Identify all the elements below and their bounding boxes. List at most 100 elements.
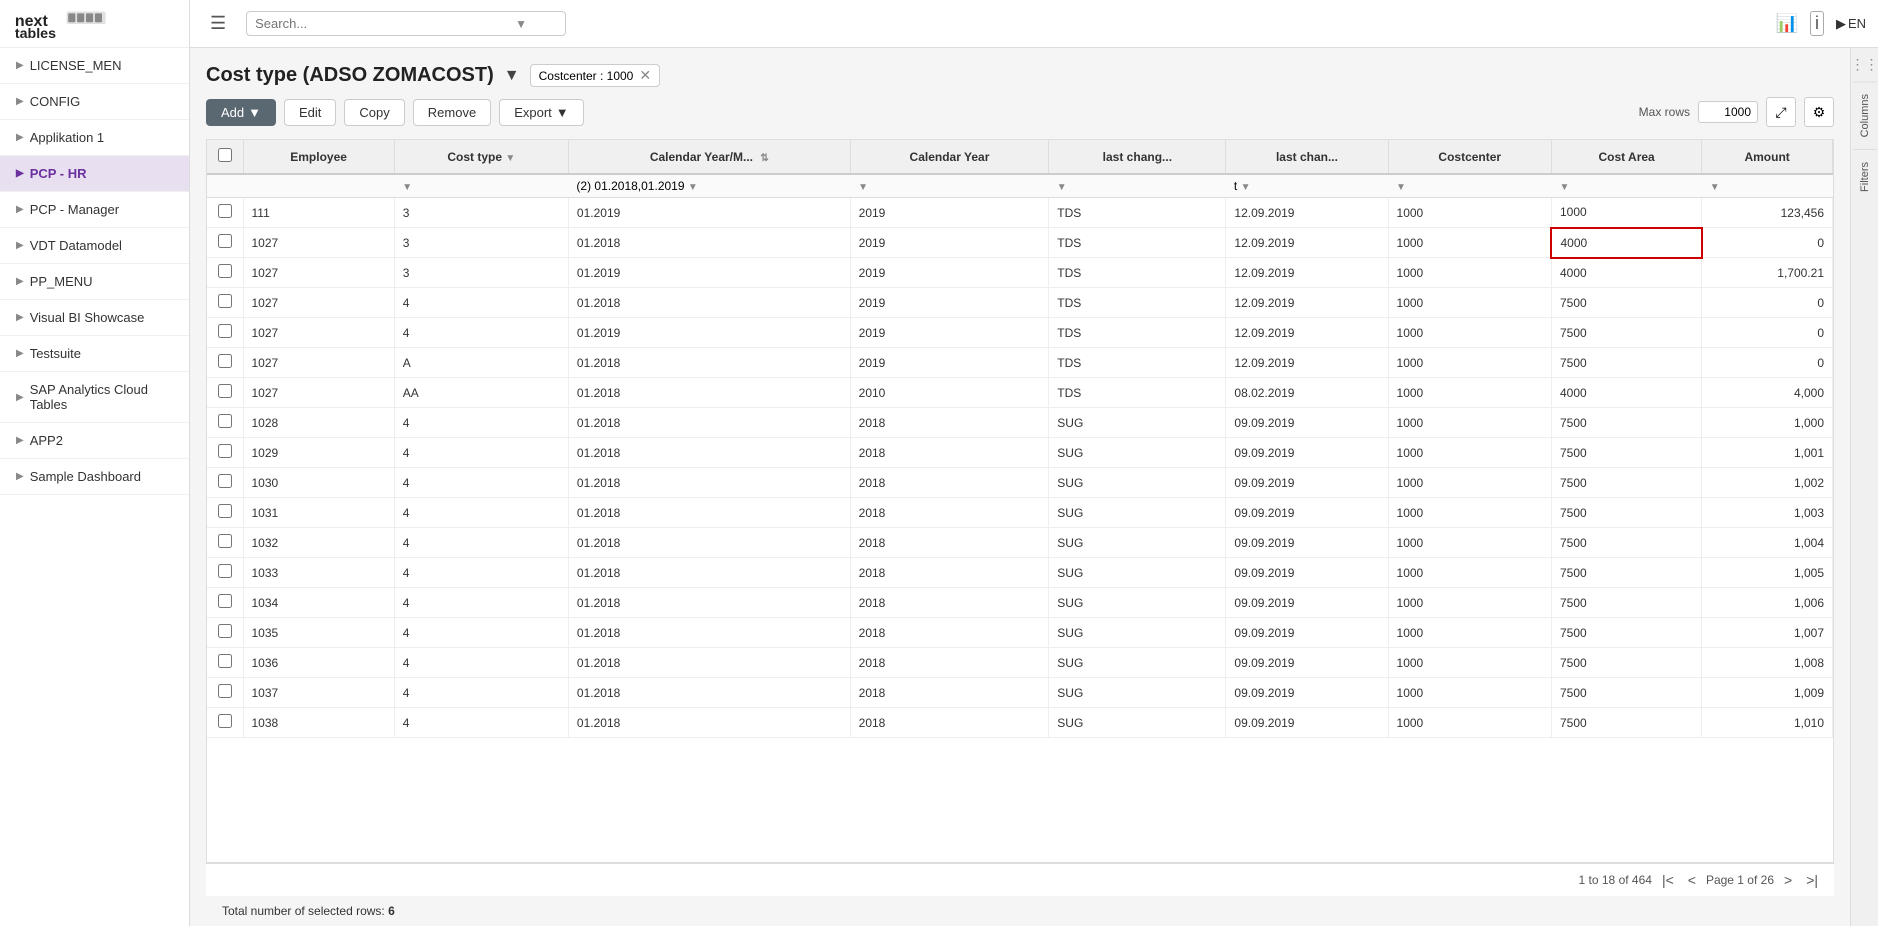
employee-cell: 1028 (243, 408, 394, 438)
row-checkbox-cell (207, 498, 243, 528)
info-icon[interactable]: i (1810, 11, 1824, 36)
settings-button[interactable]: ⚙ (1804, 97, 1834, 127)
chevron-right-icon: ▶ (16, 96, 24, 107)
first-page-button[interactable]: |< (1658, 870, 1678, 890)
employee-cell: 1027 (243, 348, 394, 378)
search-dropdown-icon[interactable]: ▼ (515, 17, 527, 31)
row-checkbox[interactable] (218, 324, 232, 338)
edit-button[interactable]: Edit (284, 99, 336, 126)
sidebar-item-pcp-hr[interactable]: ▶ PCP - HR (0, 156, 189, 192)
calendar-year-cell: 2019 (850, 318, 1049, 348)
row-checkbox[interactable] (218, 444, 232, 458)
row-checkbox[interactable] (218, 684, 232, 698)
cost-area-filter-icon[interactable]: ▼ (1559, 182, 1569, 193)
row-checkbox[interactable] (218, 594, 232, 608)
row-checkbox[interactable] (218, 414, 232, 428)
fullscreen-button[interactable]: ⤢ (1766, 97, 1796, 127)
filter-chip-remove-icon[interactable]: ✕ (639, 67, 651, 84)
sidebar-item-testsuite[interactable]: ▶ Testsuite (0, 336, 189, 372)
calendar-year-m-filter-icon[interactable]: ▼ (688, 182, 698, 193)
calendar-year-filter-icon[interactable]: ▼ (858, 182, 868, 193)
row-checkbox[interactable] (218, 384, 232, 398)
remove-button[interactable]: Remove (413, 99, 491, 126)
language-selector[interactable]: ▶ EN (1836, 16, 1866, 32)
amount-filter-icon[interactable]: ▼ (1710, 182, 1720, 193)
sidebar-item-pcp-manager[interactable]: ▶ PCP - Manager (0, 192, 189, 228)
table-row: 1031 4 01.2018 2018 SUG 09.09.2019 1000 … (207, 498, 1833, 528)
row-checkbox[interactable] (218, 714, 232, 728)
sidebar-item-label: Applikation 1 (30, 130, 104, 145)
cost-type-filter-icon-2[interactable]: ▼ (402, 182, 412, 193)
row-checkbox[interactable] (218, 264, 232, 278)
sidebar-item-sample-dashboard[interactable]: ▶ Sample Dashboard (0, 459, 189, 495)
cost-area-cell: 7500 (1551, 318, 1701, 348)
row-checkbox[interactable] (218, 294, 232, 308)
row-checkbox[interactable] (218, 564, 232, 578)
calendar-year-m-cell: 01.2018 (568, 528, 850, 558)
copy-button[interactable]: Copy (344, 99, 404, 126)
select-all-checkbox[interactable] (218, 148, 232, 162)
last-chang1-filter-icon[interactable]: ▼ (1057, 182, 1067, 193)
language-label: EN (1848, 16, 1866, 31)
hamburger-menu-button[interactable]: ☰ (202, 9, 234, 38)
employee-header-label: Employee (290, 150, 347, 164)
cost-area-cell: 7500 (1551, 588, 1701, 618)
filters-panel-button[interactable]: Filters (1853, 149, 1877, 204)
cost-type-cell: 4 (394, 588, 568, 618)
svg-text:tables: tables (15, 26, 56, 40)
max-rows-input[interactable] (1698, 101, 1758, 123)
cost-type-filter-icon[interactable]: ▼ (505, 153, 515, 164)
copy-button-label: Copy (359, 105, 389, 120)
cost-area-cell: 4000 (1551, 258, 1701, 288)
row-checkbox[interactable] (218, 654, 232, 668)
row-checkbox[interactable] (218, 354, 232, 368)
costcenter-cell: 1000 (1388, 318, 1551, 348)
costcenter-filter-icon[interactable]: ▼ (1396, 182, 1406, 193)
row-checkbox-cell (207, 648, 243, 678)
page-title-filter-icon[interactable]: ▼ (504, 67, 520, 85)
row-checkbox[interactable] (218, 204, 232, 218)
row-checkbox[interactable] (218, 504, 232, 518)
last-chan2-filter-icon[interactable]: ▼ (1241, 182, 1251, 193)
columns-panel-button[interactable]: Columns (1853, 81, 1877, 149)
prev-page-button[interactable]: < (1684, 870, 1700, 890)
sidebar-item-label: Sample Dashboard (30, 469, 141, 484)
sidebar-item-sap-analytics-cloud-tables[interactable]: ▶ SAP Analytics Cloud Tables (0, 372, 189, 423)
row-checkbox[interactable] (218, 534, 232, 548)
grid-dots-icon[interactable]: ⋮⋮ (1847, 48, 1878, 81)
table-row: 1032 4 01.2018 2018 SUG 09.09.2019 1000 … (207, 528, 1833, 558)
last-chang1-cell: SUG (1049, 468, 1226, 498)
last-page-button[interactable]: >| (1802, 870, 1822, 890)
calendar-year-cell: 2018 (850, 438, 1049, 468)
row-checkbox[interactable] (218, 234, 232, 248)
sidebar-item-vdt-datamodel[interactable]: ▶ VDT Datamodel (0, 228, 189, 264)
sidebar-item-config[interactable]: ▶ CONFIG (0, 84, 189, 120)
sidebar-item-license-men[interactable]: ▶ LICENSE_MEN (0, 48, 189, 84)
sidebar-item-pp-menu[interactable]: ▶ PP_MENU (0, 264, 189, 300)
sidebar-item-applikation-1[interactable]: ▶ Applikation 1 (0, 120, 189, 156)
add-button[interactable]: Add ▼ (206, 99, 276, 126)
row-checkbox[interactable] (218, 474, 232, 488)
calendar-year-m-sort-icon[interactable]: ⇅ (760, 153, 768, 164)
analytics-icon[interactable]: 📊 (1776, 13, 1798, 34)
cost-type-cell: 4 (394, 438, 568, 468)
next-page-button[interactable]: > (1780, 870, 1796, 890)
cost-area-cell: 7500 (1551, 648, 1701, 678)
row-checkbox[interactable] (218, 624, 232, 638)
row-checkbox-cell (207, 408, 243, 438)
table-row: 1027 AA 01.2018 2010 TDS 08.02.2019 1000… (207, 378, 1833, 408)
last-chang1-header-label: last chang... (1103, 150, 1172, 164)
export-button[interactable]: Export ▼ (499, 99, 583, 126)
costcenter-cell: 1000 (1388, 468, 1551, 498)
cost-type-cell: 4 (394, 318, 568, 348)
sidebar-item-visual-bi-showcase[interactable]: ▶ Visual BI Showcase (0, 300, 189, 336)
search-input[interactable] (255, 16, 515, 31)
employee-cell: 1027 (243, 258, 394, 288)
row-checkbox-cell (207, 558, 243, 588)
page-header: Cost type (ADSO ZOMACOST) ▼ Costcenter :… (206, 64, 1834, 87)
pagination: 1 to 18 of 464 |< < Page 1 of 26 > >| (1579, 870, 1822, 890)
right-panel: ⋮⋮ Columns Filters (1850, 48, 1878, 926)
sidebar-item-app2[interactable]: ▶ APP2 (0, 423, 189, 459)
table-footer: 1 to 18 of 464 |< < Page 1 of 26 > >| (206, 863, 1834, 896)
amount-cell: 0 (1702, 348, 1833, 378)
